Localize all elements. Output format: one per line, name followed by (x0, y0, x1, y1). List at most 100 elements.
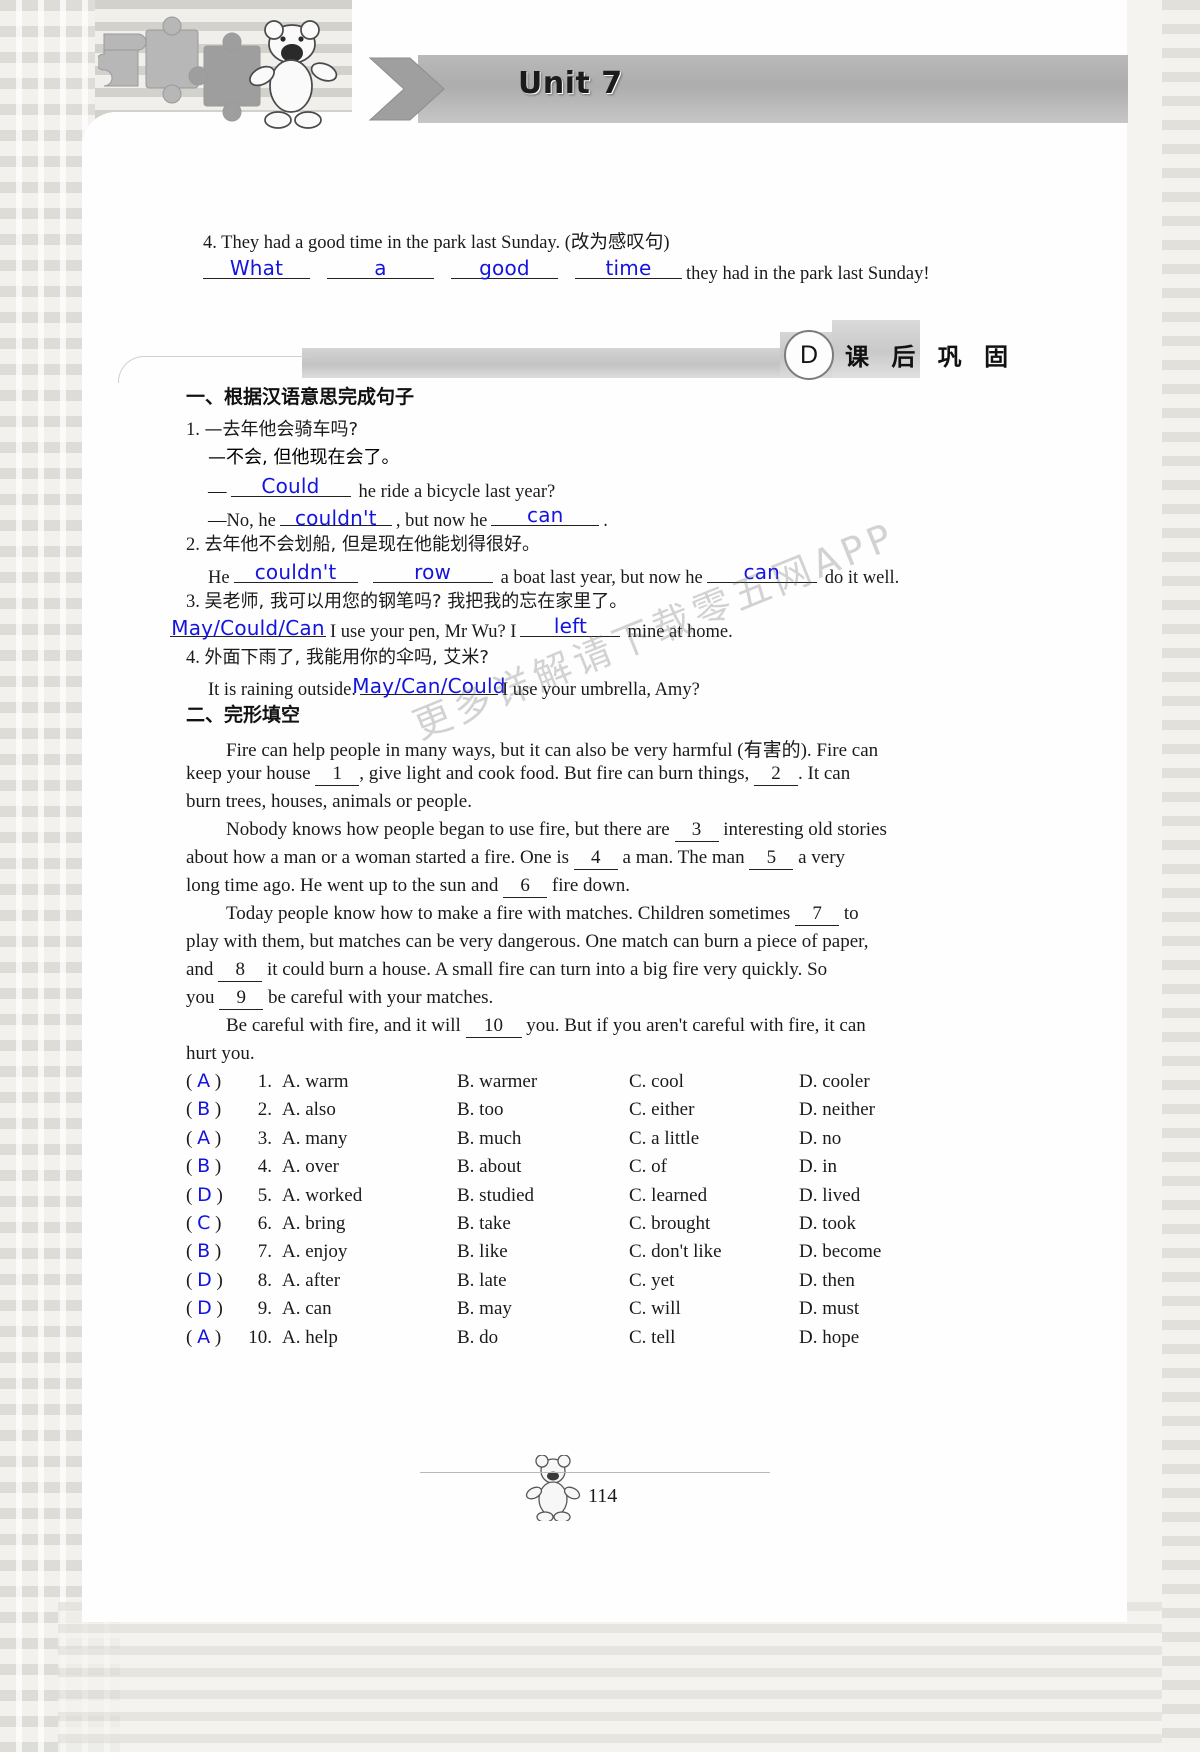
bear-mascot-icon (249, 20, 338, 129)
answer-bracket[interactable]: ( D ) (186, 1269, 238, 1292)
bracket-open: ( (186, 1127, 198, 1149)
option-d[interactable]: D. hope (799, 1327, 859, 1349)
answer-bracket[interactable]: ( B ) (186, 1240, 238, 1263)
option-b[interactable]: B. do (457, 1327, 629, 1349)
option-d[interactable]: D. become (799, 1241, 881, 1263)
option-c[interactable]: C. brought (629, 1213, 799, 1235)
option-a[interactable]: A. warm (272, 1071, 457, 1093)
answer-text: row (414, 560, 452, 584)
option-c[interactable]: C. of (629, 1156, 799, 1178)
option-d[interactable]: D. must (799, 1298, 859, 1320)
item-1-blank-could[interactable]: Could (230, 472, 351, 502)
answer-bracket[interactable]: ( D ) (186, 1184, 238, 1207)
option-c[interactable]: C. will (629, 1298, 799, 1320)
option-b[interactable]: B. too (457, 1099, 629, 1121)
item-3-blank-modal[interactable]: May/Could/Can (170, 610, 326, 642)
bracket-open: ( (186, 1269, 198, 1291)
item-1-blank-can[interactable]: can (491, 501, 600, 531)
passage-text: burn trees, houses, animals or people. (186, 791, 472, 812)
bracket-close: ) (211, 1298, 223, 1320)
bracket-open: ( (186, 1213, 198, 1234)
passage-blank-2[interactable]: 2 (754, 763, 798, 786)
chosen-answer-letter: B (197, 1240, 211, 1263)
option-c[interactable]: C. yet (629, 1270, 799, 1292)
option-a[interactable]: A. also (272, 1099, 457, 1121)
answer-text: time (605, 256, 652, 280)
option-d[interactable]: D. cooler (799, 1071, 870, 1093)
passage-blank-6[interactable]: 6 (503, 875, 548, 898)
answer-bracket[interactable]: ( A ) (186, 1326, 238, 1349)
passage-blank-8[interactable]: 8 (218, 959, 263, 982)
item-3-blank-left[interactable]: left (520, 610, 621, 642)
option-b[interactable]: B. late (457, 1270, 629, 1292)
option-b[interactable]: B. take (457, 1213, 629, 1235)
option-a[interactable]: A. after (272, 1270, 457, 1292)
item-2-prefix: He (208, 568, 230, 588)
option-b[interactable]: B. studied (457, 1185, 629, 1207)
item-2-blank-row[interactable]: row (372, 558, 493, 588)
option-a[interactable]: A. over (272, 1156, 457, 1178)
option-d[interactable]: D. then (799, 1270, 855, 1292)
bracket-close: ) (211, 1184, 223, 1206)
passage-blank-7[interactable]: 7 (795, 903, 840, 926)
answer-blank-3[interactable]: good (451, 252, 558, 284)
passage-blank-10[interactable]: 10 (465, 1015, 522, 1038)
item-2-blank-can[interactable]: can (706, 558, 817, 588)
bracket-close: ) (210, 1241, 222, 1263)
option-a[interactable]: A. can (272, 1298, 457, 1320)
answer-blank-1[interactable]: What (203, 252, 310, 284)
passage-text: about how a man or a woman started a fir… (186, 847, 574, 868)
answer-blank-4[interactable]: time (575, 252, 682, 284)
passage-blank-4[interactable]: 4 (573, 847, 618, 870)
option-row: ( A ) 1. A. warm B. warmer C. cool D. cooler (186, 1070, 870, 1093)
item-4-blank-modal[interactable]: May/Can/Could (352, 668, 505, 700)
option-c[interactable]: C. learned (629, 1185, 799, 1207)
option-c[interactable]: C. cool (629, 1071, 799, 1093)
option-c[interactable]: C. a little (629, 1128, 799, 1150)
passage-blank-5[interactable]: 5 (749, 847, 794, 870)
answer-bracket[interactable]: ( A ) (186, 1070, 238, 1093)
bracket-open: ( (186, 1241, 198, 1263)
option-d[interactable]: D. no (799, 1128, 841, 1150)
option-b[interactable]: B. much (457, 1128, 629, 1150)
option-d[interactable]: D. in (799, 1156, 837, 1178)
option-a[interactable]: A. worked (272, 1185, 457, 1207)
option-c[interactable]: C. either (629, 1099, 799, 1121)
chosen-answer-letter: B (197, 1155, 211, 1178)
answer-bracket[interactable]: ( D ) (186, 1297, 238, 1320)
passage-text: Today people know how to make a fire wit… (226, 903, 796, 924)
answer-blank-2[interactable]: a (327, 252, 434, 284)
bracket-open: ( (186, 1156, 198, 1178)
answer-bracket[interactable]: ( C ) (186, 1212, 238, 1235)
passage-line: keep your house 1, give light and cook f… (186, 763, 850, 786)
option-c[interactable]: C. tell (629, 1327, 799, 1349)
option-b[interactable]: B. may (457, 1298, 629, 1320)
option-a[interactable]: A. many (272, 1128, 457, 1150)
bracket-close: ) (211, 1269, 223, 1291)
item-1-cn-line-2: —不会, 但他现在会了。 (208, 447, 400, 468)
option-d[interactable]: D. lived (799, 1185, 860, 1207)
option-b[interactable]: B. warmer (457, 1071, 629, 1093)
passage-blank-9[interactable]: 9 (219, 987, 264, 1010)
passage-line: play with them, but matches can be very … (186, 931, 868, 953)
item-2-blank-couldnt[interactable]: couldn't (233, 558, 358, 588)
answer-bracket[interactable]: ( B ) (186, 1098, 238, 1121)
option-d[interactable]: D. neither (799, 1099, 875, 1121)
option-d[interactable]: D. took (799, 1213, 856, 1235)
option-row: ( A ) 3. A. many B. much C. a little D. no (186, 1127, 841, 1150)
item-1-blank-couldnt[interactable]: couldn't (279, 501, 392, 531)
answer-text: May/Can/Could (352, 674, 506, 698)
option-a[interactable]: A. help (272, 1327, 457, 1349)
passage-blank-1[interactable]: 1 (315, 763, 360, 786)
answer-bracket[interactable]: ( A ) (186, 1127, 238, 1150)
option-c[interactable]: C. don't like (629, 1241, 799, 1263)
option-b[interactable]: B. like (457, 1241, 629, 1263)
item-2-number-and-cn: 2. 去年他不会划船, 但是现在他能划得很好。 (186, 530, 540, 556)
answer-bracket[interactable]: ( B ) (186, 1155, 238, 1178)
option-a[interactable]: A. enjoy (272, 1241, 457, 1263)
option-a[interactable]: A. bring (272, 1213, 457, 1235)
passage-blank-3[interactable]: 3 (674, 819, 719, 842)
item-1-number: 1. (186, 420, 200, 440)
option-b[interactable]: B. about (457, 1156, 629, 1178)
passage-text: . It can (798, 763, 851, 784)
